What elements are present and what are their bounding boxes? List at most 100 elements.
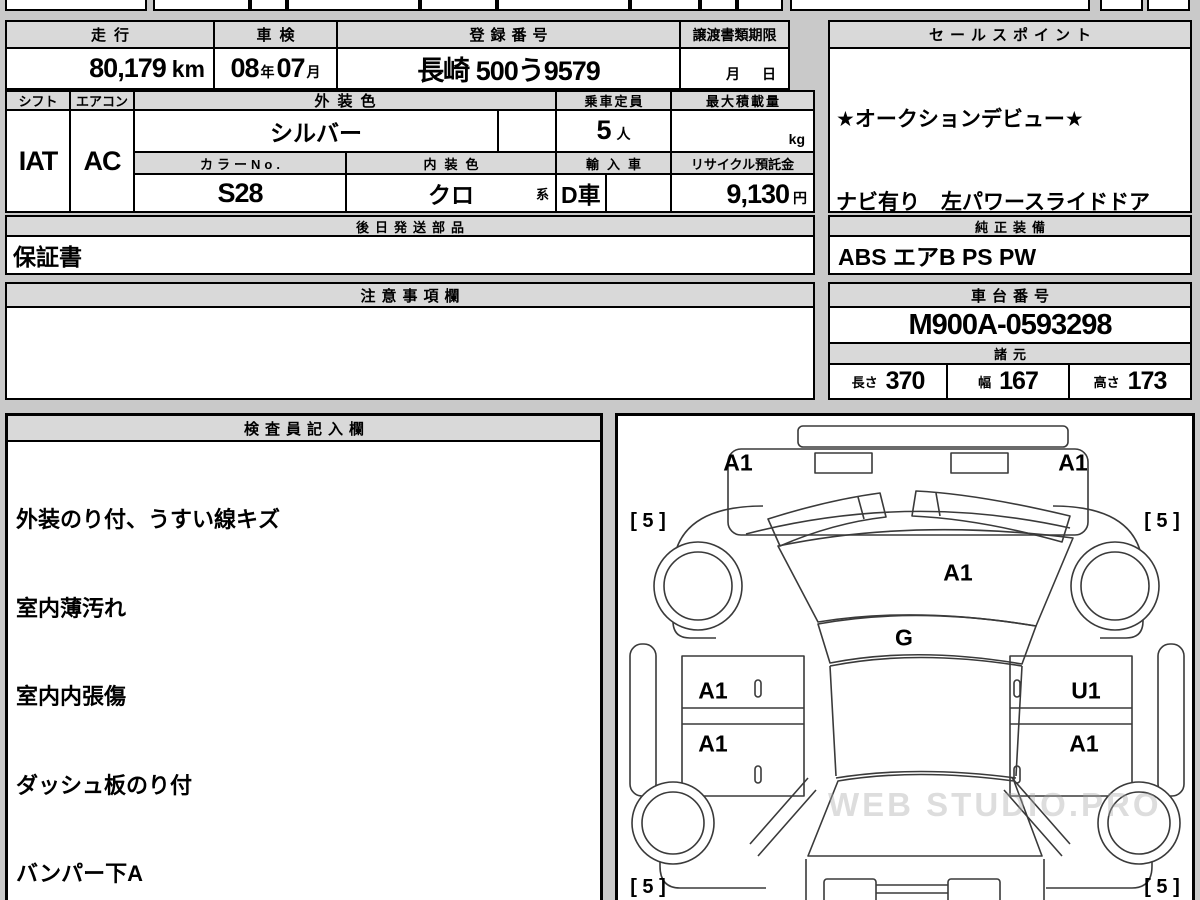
later-parts-value: 保証書	[7, 237, 813, 273]
recycle-value: 9,130	[726, 179, 790, 209]
top-edge-cell	[630, 0, 700, 11]
inspection-value-cell: 08 年 07 月	[215, 49, 336, 88]
top-edge-cell	[737, 0, 783, 11]
genuine-equipment-panel: 純正装備 ABS エアB PS PW	[828, 215, 1192, 275]
exterior-color-extra-cell	[499, 111, 555, 151]
length-label: 長さ	[851, 375, 878, 390]
inspector-notes-header: 検査員記入欄	[8, 416, 600, 442]
length-value: 370	[885, 367, 926, 395]
recycle-header: リサイクル預託金	[672, 153, 813, 173]
top-edge-cell	[790, 0, 1090, 11]
tire-tread-front-right: [ 5 ]	[1144, 510, 1180, 532]
height-cell: 高さ 173	[1070, 365, 1190, 398]
damage-mark-windshield-glass: G	[895, 624, 913, 651]
sales-points-header: セールスポイント	[830, 22, 1190, 47]
inspector-notes-body: 外装のり付、うすい線キズ 室内薄汚れ 室内内張傷 ダッシュ板のり付 バンパー下A…	[8, 442, 600, 900]
shift-value: IAT	[7, 111, 69, 211]
import-value: D車	[557, 175, 605, 211]
interior-color-value-cell: クロ 系	[347, 175, 555, 211]
chassis-header: 車台番号	[830, 284, 1190, 306]
inspector-note-line: バンパー下A	[16, 861, 143, 886]
top-edge-cell	[153, 0, 250, 11]
length-cell: 長さ 370	[830, 365, 946, 398]
registration-value: 長崎 500う9579	[338, 49, 679, 88]
inspection-year: 08	[230, 53, 259, 83]
import-extra-cell	[607, 175, 670, 211]
recycle-unit: 円	[793, 190, 807, 206]
tire-tread-rear-right: [ 5 ]	[1144, 876, 1180, 898]
inspector-note-line: 外装のり付、うすい線キズ	[16, 507, 281, 532]
inspection-month: 07	[276, 53, 306, 83]
damage-mark-front-door-left: A1	[698, 677, 728, 704]
vehicle-summary-table: 走行 車検 登録番号 譲渡書類期限 80,179 km 08 年 07 月 長崎…	[5, 20, 790, 90]
interior-color-value: クロ	[428, 182, 474, 208]
sales-points-panel: セールスポイント ★オークションデビュー★ ナビ有り 左パワースライドドア バッ…	[828, 20, 1192, 213]
inspector-note-line: 室内薄汚れ	[16, 595, 127, 621]
height-value: 173	[1127, 367, 1168, 395]
color-no-value: S28	[135, 175, 345, 211]
width-value: 167	[999, 367, 1039, 395]
damage-mark-front-bumper-right: A1	[1058, 449, 1088, 476]
exterior-color-value: シルバー	[135, 111, 497, 151]
damage-mark-front-bumper-left: A1	[723, 449, 753, 476]
inspection-year-unit: 年	[260, 64, 275, 80]
max-load-unit: kg	[788, 131, 805, 147]
top-edge-cell	[497, 0, 630, 11]
aircon-value: AC	[71, 111, 133, 211]
max-load-header: 最大積載量	[672, 92, 813, 109]
width-cell: 幅 167	[948, 365, 1068, 398]
capacity-value-cell: 5 人	[557, 111, 670, 151]
damage-mark-front-door-right: U1	[1071, 677, 1101, 704]
aircon-header: エアコン	[71, 92, 133, 109]
mileage-value: 80,179	[89, 53, 167, 83]
inspector-notes-panel: 検査員記入欄 外装のり付、うすい線キズ 室内薄汚れ 室内内張傷 ダッシュ板のり付…	[5, 413, 603, 900]
mileage-value-cell: 80,179 km	[7, 49, 213, 88]
car-top-view-outline	[629, 425, 1185, 900]
inspection-header: 車検	[215, 22, 336, 47]
inspector-note-line: 室内内張傷	[16, 684, 127, 709]
transfer-day-label: 日	[762, 66, 776, 82]
auction-sheet: 走行 車検 登録番号 譲渡書類期限 80,179 km 08 年 07 月 長崎…	[0, 0, 1200, 900]
import-header: 輸入車	[557, 153, 670, 173]
interior-color-header: 内装色	[347, 153, 555, 173]
sales-point-line: ナビ有り 左パワースライドドア	[836, 190, 1150, 212]
top-edge-cell	[420, 0, 497, 11]
tire-tread-front-left: [ 5 ]	[630, 510, 666, 532]
damage-mark-rear-door-right: A1	[1069, 730, 1099, 757]
capacity-value: 5	[596, 115, 611, 145]
damage-mark-bonnet: A1	[943, 559, 973, 586]
notes-body	[7, 308, 813, 398]
watermark: WEB STUDIO.PRO	[828, 786, 1162, 823]
top-edge-cell	[250, 0, 287, 11]
damage-mark-rear-door-left: A1	[698, 730, 728, 757]
mileage-unit: km	[171, 56, 205, 82]
genuine-equipment-value: ABS エアB PS PW	[830, 237, 1190, 273]
dimensions-header: 諸元	[830, 344, 1190, 363]
car-damage-diagram: WEB STUDIO.PRO A1 A1 A1 G A1 U1 A1 A1 [ …	[615, 413, 1195, 900]
top-edge-cell	[287, 0, 420, 11]
sales-point-line: ★オークションデビュー★	[836, 108, 1084, 131]
transfer-deadline-header: 譲渡書類期限	[681, 22, 788, 47]
interior-color-suffix: 系	[535, 187, 549, 202]
dimensions-row: 長さ 370 幅 167 高さ 173	[830, 365, 1190, 398]
top-edge-cell	[1100, 0, 1143, 11]
vehicle-spec-table: シフト エアコン 外装色 乗車定員 最大積載量 IAT AC シルバー 5 人 …	[5, 90, 815, 213]
inspection-month-unit: 月	[306, 64, 321, 80]
notes-panel: 注意事項欄	[5, 282, 815, 400]
max-load-value-cell: kg	[672, 111, 813, 151]
top-edge-cell	[700, 0, 737, 11]
transfer-deadline-cell: 月 日	[681, 49, 788, 88]
capacity-unit: 人	[616, 126, 631, 142]
top-edge-cell	[5, 0, 147, 11]
genuine-equipment-header: 純正装備	[830, 217, 1190, 235]
inspector-note-line: ダッシュ板のり付	[16, 772, 193, 798]
later-parts-table: 後日発送部品 保証書	[5, 215, 815, 275]
height-label: 高さ	[1093, 375, 1120, 390]
sales-points-body: ★オークションデビュー★ ナビ有り 左パワースライドドア バックモニター有り Ｅ…	[830, 49, 1190, 211]
later-parts-header: 後日発送部品	[7, 217, 813, 235]
shift-header: シフト	[7, 92, 69, 109]
chassis-value: M900A-0593298	[830, 308, 1190, 342]
tire-tread-rear-left: [ 5 ]	[630, 876, 666, 898]
capacity-header: 乗車定員	[557, 92, 670, 109]
exterior-color-header: 外装色	[135, 92, 555, 109]
